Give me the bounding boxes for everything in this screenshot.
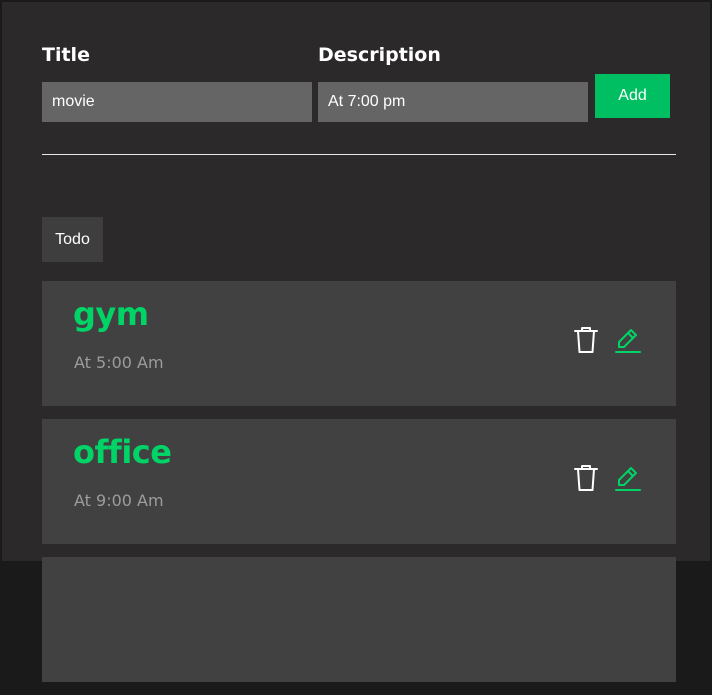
todo-description: At 9:00 Am: [74, 491, 164, 510]
todo-app: Title Description Add Todo gym At 5:00 A…: [2, 2, 710, 682]
add-todo-form: Title Description Add: [42, 2, 682, 132]
todo-description: At 5:00 Am: [74, 353, 164, 372]
todo-item: gym At 5:00 Am: [42, 281, 676, 406]
delete-button[interactable]: [572, 463, 600, 493]
divider: [42, 154, 676, 155]
pencil-icon: [615, 467, 641, 491]
edit-button[interactable]: [614, 325, 642, 355]
title-label: Title: [42, 44, 90, 66]
trash-icon: [574, 327, 598, 353]
edit-button[interactable]: [614, 463, 642, 493]
description-input[interactable]: [318, 82, 588, 122]
pencil-icon: [615, 329, 641, 353]
todo-title: gym: [73, 295, 149, 333]
todo-item-partial: [42, 557, 676, 682]
todo-item: office At 9:00 Am: [42, 419, 676, 544]
todo-list: gym At 5:00 Am office At 9:00 Am: [42, 281, 676, 695]
title-input[interactable]: [42, 82, 312, 122]
description-label: Description: [318, 44, 441, 66]
todo-title: office: [73, 433, 172, 471]
add-button[interactable]: Add: [595, 74, 670, 118]
trash-icon: [574, 465, 598, 491]
tab-todo[interactable]: Todo: [42, 217, 103, 262]
delete-button[interactable]: [572, 325, 600, 355]
